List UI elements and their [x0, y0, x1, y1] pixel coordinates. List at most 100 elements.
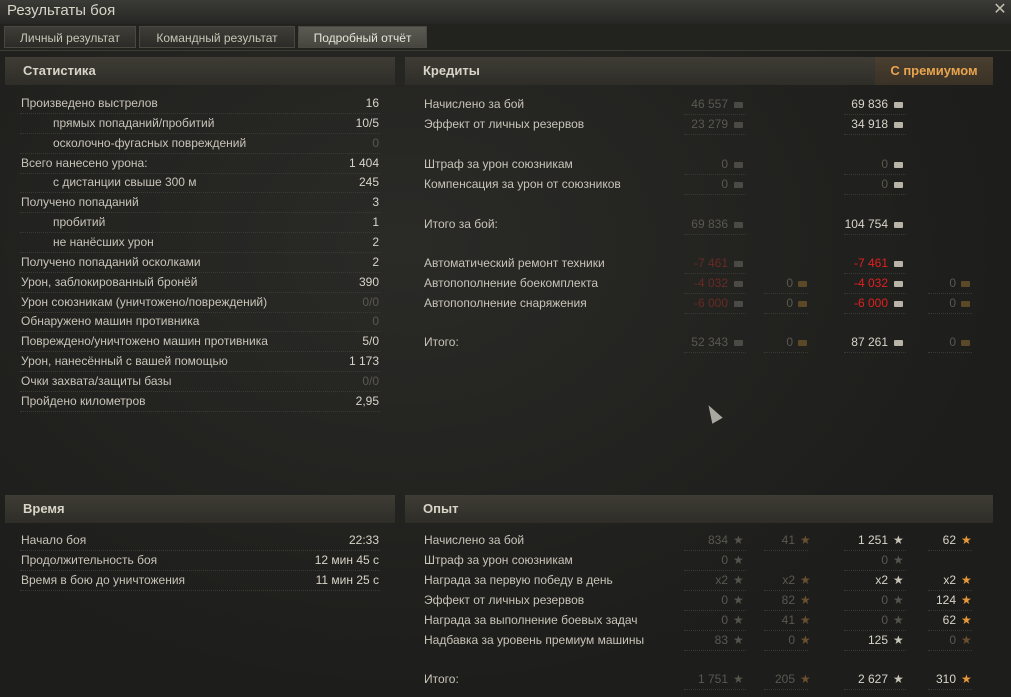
star-icon: ★ [733, 633, 744, 647]
stat-value: 0/0 [362, 373, 379, 388]
stat-label: с дистанции свыше 300 м [53, 175, 197, 190]
credit-base-value: -6 000 [693, 296, 728, 310]
credit-coin-icon [734, 162, 743, 168]
xp-divider [928, 590, 972, 591]
stat-divider [20, 172, 380, 174]
xp-divider [928, 550, 972, 551]
stat-label: Получено попаданий осколками [21, 254, 201, 269]
credit-divider [844, 352, 906, 353]
credit-coin-icon [894, 301, 903, 307]
credit-divider [764, 313, 808, 314]
stat-label: Произведено выстрелов [21, 96, 158, 110]
credit-coin-icon [734, 301, 743, 307]
xp-divider [684, 570, 746, 571]
tab-team-result[interactable]: Командный результат [139, 26, 295, 48]
credit-divider [844, 293, 906, 294]
free-xp-base-value: 82 [781, 593, 795, 607]
credit-premium-value: 87 261 [851, 335, 888, 349]
tab-personal-result[interactable]: Личный результат [4, 26, 136, 48]
credit-divider [844, 313, 906, 314]
credit-label: Итого за бой: [424, 217, 498, 231]
stat-divider [20, 132, 380, 134]
credit-divider [684, 293, 746, 294]
xp-label: Эффект от личных резервов [424, 593, 585, 607]
credit-coin-icon [894, 102, 903, 108]
window-titlebar: Результаты боя ✕ [0, 0, 1011, 24]
xp-divider [764, 650, 808, 651]
free-xp-base-value: 205 [774, 672, 795, 686]
credit-label: Штраф за урон союзникам [424, 157, 573, 171]
xp-divider [844, 689, 906, 690]
credit-premium-value: 69 836 [851, 97, 888, 111]
xp-premium-value: 0 [881, 613, 888, 627]
xp-divider [844, 630, 906, 631]
credit-premium-value: 34 918 [851, 117, 888, 131]
credit-premium-value: 104 754 [844, 217, 888, 231]
credit-base-value: 23 279 [691, 117, 728, 131]
xp-divider [684, 590, 746, 591]
xp-divider [928, 610, 972, 611]
xp-divider [928, 650, 972, 651]
credit-coin-icon [894, 261, 903, 267]
xp-premium-value: 0 [881, 553, 888, 567]
free-xp-base-value: 0 [788, 633, 795, 647]
stat-value: 2 [372, 234, 379, 249]
stat-divider [20, 113, 380, 114]
xp-divider [764, 630, 808, 631]
free-xp-base-value: x2 [782, 573, 795, 587]
star-icon: ★ [893, 613, 904, 627]
star-icon: ★ [893, 593, 904, 607]
xp-divider [844, 590, 906, 591]
credit-label: Эффект от личных резервов [424, 117, 585, 131]
free-xp-premium-value: 310 [935, 672, 956, 686]
stat-value: 390 [358, 274, 379, 289]
xp-premium-value: 1 251 [857, 533, 888, 547]
stat-divider [20, 271, 380, 273]
stat-divider [20, 331, 380, 333]
stat-divider [20, 351, 380, 353]
credit-divider [684, 114, 746, 115]
xp-label: Начислено за бой [424, 533, 525, 547]
credit-premium-value: -4 032 [853, 276, 888, 290]
star-icon: ★ [733, 613, 744, 627]
tab-detailed-report[interactable]: Подробный отчёт [298, 26, 427, 48]
credits-title: Кредиты [423, 63, 480, 78]
stat-value: 1 [372, 215, 379, 230]
orange-star-icon: ★ [800, 613, 811, 627]
credit-coin-icon [734, 102, 743, 108]
credit-coin-icon [894, 222, 903, 228]
star-icon: ★ [893, 633, 904, 647]
stat-divider [20, 311, 380, 313]
gold-base-value: 0 [786, 335, 793, 349]
credit-coin-icon [734, 182, 743, 188]
xp-header: Опыт [405, 495, 993, 523]
stat-label: Повреждено/уничтожено машин противника [21, 334, 268, 349]
stat-label: Урон, заблокированный бронёй [21, 274, 198, 289]
credit-divider [684, 352, 746, 353]
credit-coin-icon [734, 281, 743, 287]
xp-premium-value: 125 [867, 633, 888, 647]
gold-base-value: 0 [786, 296, 793, 310]
orange-star-icon: ★ [800, 672, 811, 686]
stat-value: 0/0 [362, 294, 379, 309]
orange-star-icon: ★ [800, 533, 811, 547]
stat-divider [20, 390, 380, 392]
credit-label: Компенсация за урон от союзников [424, 177, 621, 191]
time-label: Начало боя [21, 533, 87, 547]
xp-divider [684, 689, 746, 690]
free-xp-premium-value: 62 [942, 533, 956, 547]
credit-coin-icon [894, 340, 903, 346]
star-icon: ★ [733, 593, 744, 607]
xp-divider [764, 550, 808, 551]
gold-bar-icon [961, 340, 970, 346]
xp-label: Надбавка за уровень премиум машины [424, 633, 645, 647]
stat-divider [20, 291, 380, 293]
xp-divider [764, 590, 808, 591]
star-icon: ★ [733, 672, 744, 686]
credit-label: Автопополнение снаряжения [424, 296, 587, 310]
credit-divider [844, 273, 906, 274]
star-icon: ★ [893, 533, 904, 547]
close-icon[interactable]: ✕ [991, 0, 1009, 19]
credit-label: Начислено за бой [424, 97, 525, 111]
xp-divider [844, 570, 906, 571]
